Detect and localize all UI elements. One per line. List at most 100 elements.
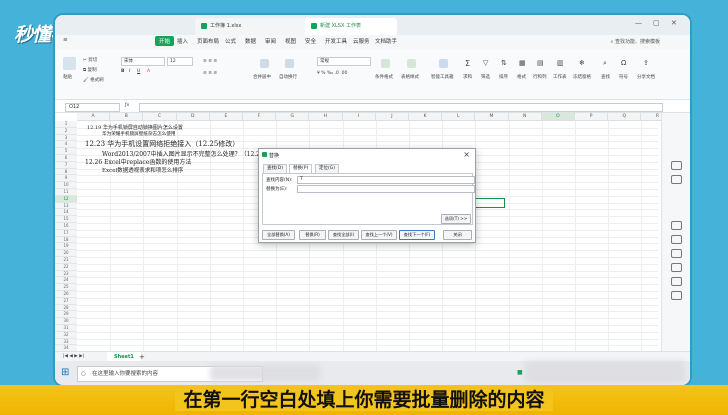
smart-toolbox-icon[interactable] [439,59,448,68]
column-header[interactable]: G [276,113,310,121]
column-header[interactable]: N [508,113,542,121]
cell-text[interactable]: 12.23 华为手机设置网络拒绝接入（12.25修改） [85,139,239,149]
find-next-button[interactable]: 查找下一个(F) [399,230,435,240]
paste-icon[interactable] [63,57,76,70]
share-side-icon[interactable] [671,263,682,272]
row-col-icon[interactable]: ▤ [537,59,544,67]
align-icons[interactable]: ≡ ≡ ≡ [203,59,217,64]
filter-icon[interactable]: ▽ [483,59,488,67]
row-header[interactable]: 28 [55,304,77,312]
select-icon[interactable] [671,161,682,170]
backup-icon[interactable] [671,221,682,230]
menu-doc-assistant[interactable]: 文档助手 [375,37,397,45]
row-header[interactable]: 26 [55,291,77,298]
close-icon[interactable]: ✕ [671,19,677,27]
options-button[interactable]: 选项(T) >> [441,214,471,224]
row-header[interactable]: 15 [55,216,77,223]
search-function-box[interactable]: ⌕ 查找功能、搜索模板 [611,38,660,45]
close-button[interactable]: 关闭 [443,230,472,240]
format-painter-button[interactable]: 🖌 格式刷 [83,77,104,83]
fx-icon[interactable]: ƒx [125,103,129,108]
conditional-format-icon[interactable] [381,59,390,68]
menu-data[interactable]: 数据 [245,37,256,45]
column-header[interactable]: C [143,113,177,121]
row-header[interactable]: 17 [55,229,77,237]
wps-taskbar-icon[interactable]: ■ [517,369,523,376]
menu-review[interactable]: 审阅 [265,37,276,45]
column-header[interactable]: A [77,113,111,121]
tab-goto[interactable]: 定位(G) [315,164,339,173]
row-header[interactable]: 12 [55,195,77,203]
table-icon[interactable] [671,249,682,258]
cell-text[interactable]: 12.26 Excel中replace函数的使用方法 [85,157,191,166]
column-header[interactable]: O [541,113,575,121]
find-all-button[interactable]: 查找全部(I) [328,230,359,240]
cell-text[interactable]: 12.19 华为手机锁屏自动锁换图片怎么设置 [87,124,183,131]
row-header[interactable]: 1 [55,121,77,128]
row-header[interactable]: 4 [55,141,77,149]
underline-icon[interactable]: U [137,69,140,74]
row-header[interactable]: 30 [55,318,77,325]
row-header[interactable]: 8 [55,168,77,176]
replace-all-button[interactable]: 全部替换(A) [262,230,295,240]
windows-start-icon[interactable]: ⊞ [61,367,69,378]
name-box[interactable]: O12 [65,103,120,112]
find-icon[interactable]: ⌕ [603,59,607,68]
row-header[interactable]: 16 [55,223,77,230]
find-previous-button[interactable]: 查找上一个(V) [361,230,397,240]
menu-start[interactable]: 开始 [155,36,175,46]
sum-icon[interactable]: Σ [465,59,470,68]
row-header[interactable]: 10 [55,182,77,189]
align-icons-row2[interactable]: ≡ ≡ ≡ [203,71,217,76]
bold-icon[interactable]: B [121,69,124,74]
number-format-select[interactable]: 常规 [317,57,371,66]
tab-find[interactable]: 查找(D) [263,164,287,173]
tab-workbook[interactable]: 工作簿 1.xlsx [195,18,312,35]
symbol-icon[interactable]: Ω [621,59,626,67]
formula-input[interactable] [139,103,663,112]
row-header[interactable]: 29 [55,311,77,319]
close-icon[interactable]: × [463,150,470,159]
row-header[interactable]: 25 [55,284,77,291]
row-header[interactable]: 6 [55,155,77,162]
table-style-icon[interactable] [407,59,416,68]
row-header[interactable]: 3 [55,134,77,142]
column-header[interactable]: K [409,113,443,121]
row-header[interactable]: 20 [55,250,77,257]
replace-button[interactable]: 替换(R) [299,230,326,240]
sheet-nav-icons[interactable]: |◀ ◀ ▶ ▶| [63,354,84,359]
wrap-text-icon[interactable] [285,59,294,68]
menu-security[interactable]: 安全 [305,37,316,45]
menu-view[interactable]: 视图 [285,37,296,45]
cut-button[interactable]: ✂ 剪切 [83,57,97,63]
menu-developer[interactable]: 开发工具 [325,37,347,45]
column-header[interactable]: J [375,113,409,121]
number-format-icons[interactable]: ¥ % ‰ .0 .00 [317,71,347,76]
row-header[interactable]: 33 [55,338,77,346]
row-header[interactable]: 11 [55,189,77,196]
row-header[interactable]: 18 [55,236,77,244]
row-header[interactable]: 24 [55,277,77,285]
column-header[interactable]: I [342,113,376,121]
sort-icon[interactable]: ⇅ [501,59,507,67]
help-icon[interactable] [671,291,682,300]
row-header[interactable]: 14 [55,209,77,217]
column-header[interactable]: Q [608,113,642,121]
row-header[interactable]: 2 [55,127,77,135]
row-header[interactable]: 21 [55,257,77,264]
history-icon[interactable] [671,277,682,286]
shape-icon[interactable] [671,235,682,244]
row-header[interactable]: 27 [55,297,77,305]
row-header[interactable]: 13 [55,202,77,210]
merge-center-icon[interactable] [260,59,269,68]
add-sheet-button[interactable]: + [139,353,145,361]
row-header[interactable]: 32 [55,331,77,339]
replace-with-input[interactable] [297,185,475,193]
row-header[interactable]: 5 [55,148,77,155]
menu-cloud[interactable]: 云服务 [353,37,370,45]
column-header[interactable]: F [243,113,277,121]
minimize-icon[interactable]: — [635,19,642,27]
row-header[interactable]: 19 [55,243,77,251]
row-header[interactable]: 7 [55,161,77,169]
row-header[interactable]: 22 [55,263,77,271]
